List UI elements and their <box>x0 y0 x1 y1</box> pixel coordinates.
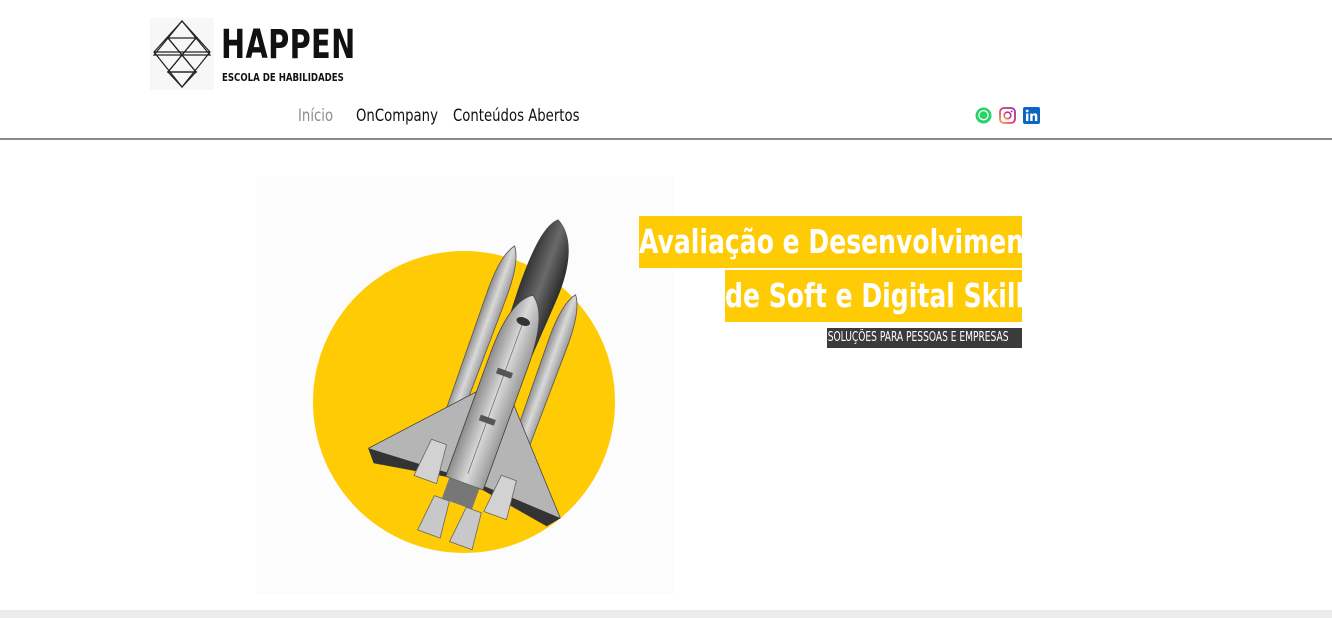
instagram-icon[interactable] <box>999 107 1016 124</box>
logo-icon[interactable] <box>150 18 214 90</box>
hero-shuttle-image <box>256 176 674 594</box>
brand-subtitle: ESCOLA DE HABILIDADES <box>222 71 344 84</box>
whatsapp-icon[interactable] <box>975 107 992 124</box>
linkedin-icon[interactable] <box>1023 107 1040 124</box>
nav-item-inicio[interactable]: Início <box>298 105 333 127</box>
nav-item-oncompany[interactable]: OnCompany <box>356 105 438 127</box>
hero-headline-line-2: de Soft e Digital Skills <box>725 270 1022 322</box>
hero-tagline: SOLUÇÕES PARA PESSOAS E EMPRESAS <box>827 328 1022 348</box>
nav-item-conteudos-abertos[interactable]: Conteúdos Abertos <box>453 105 580 127</box>
header-divider <box>0 138 1332 140</box>
hero-headline-line-1: Avaliação e Desenvolvimento <box>639 216 1022 268</box>
site-header: HAPPEN ESCOLA DE HABILIDADES Início OnCo… <box>0 0 1332 139</box>
brand-name[interactable]: HAPPEN <box>221 21 356 69</box>
section-divider <box>0 610 1332 618</box>
